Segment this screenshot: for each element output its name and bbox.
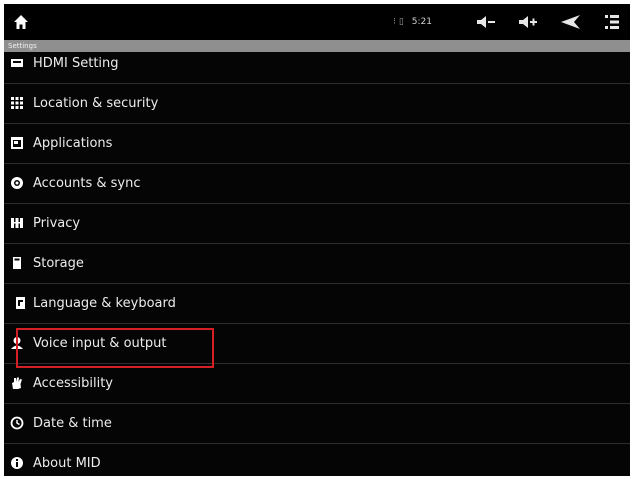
settings-item-about[interactable]: About MID (4, 444, 630, 476)
volume-up-icon[interactable] (518, 14, 538, 30)
settings-item-storage[interactable]: Storage (4, 244, 630, 284)
settings-item-accessibility[interactable]: Accessibility (4, 364, 630, 404)
back-icon[interactable] (560, 14, 582, 30)
sync-icon (10, 176, 24, 190)
language-keyboard-icon (14, 296, 28, 310)
settings-item-accounts-sync[interactable]: Accounts & sync (4, 164, 630, 204)
status-tray: ⁝ ▯ 5:21 (393, 12, 620, 32)
window-title: Settings (4, 40, 630, 52)
info-icon (10, 456, 24, 470)
settings-item-applications[interactable]: Applications (4, 124, 630, 164)
settings-item-location-security[interactable]: Location & security (4, 84, 630, 124)
applications-icon (10, 136, 24, 150)
clock-icon (10, 416, 24, 430)
device-screen: ⁝ ▯ 5:21 Settings HDMI Setting Location … (4, 4, 630, 476)
settings-item-language-keyboard[interactable]: Language & keyboard (4, 284, 630, 324)
privacy-icon (10, 216, 24, 230)
settings-item-hdmi[interactable]: HDMI Setting (4, 52, 630, 84)
location-grid-icon (10, 96, 24, 110)
storage-icon (10, 256, 24, 270)
home-icon[interactable] (12, 13, 30, 31)
settings-item-label: Storage (33, 256, 84, 271)
settings-item-label: Privacy (33, 216, 81, 231)
notification-indicator: ⁝ ▯ (393, 17, 404, 27)
settings-item-label: HDMI Setting (33, 56, 119, 71)
hdmi-icon (10, 56, 24, 70)
settings-item-label: Location & security (33, 96, 159, 111)
settings-item-label: Language & keyboard (33, 296, 176, 311)
settings-item-label: Accessibility (33, 376, 113, 391)
status-clock: 5:21 (411, 17, 432, 27)
settings-item-label: Applications (33, 136, 113, 151)
settings-item-voice-io[interactable]: Voice input & output (4, 324, 630, 364)
settings-item-privacy[interactable]: Privacy (4, 204, 630, 244)
settings-item-label: Voice input & output (33, 336, 167, 351)
settings-item-label: About MID (33, 456, 101, 471)
voice-icon (10, 336, 24, 350)
settings-list: HDMI Setting Location & security Applica… (4, 52, 630, 476)
menu-icon[interactable] (604, 14, 620, 30)
settings-item-date-time[interactable]: Date & time (4, 404, 630, 444)
volume-down-icon[interactable] (476, 14, 496, 30)
settings-item-label: Accounts & sync (33, 176, 141, 191)
settings-item-label: Date & time (33, 416, 112, 431)
accessibility-hand-icon (10, 376, 24, 390)
status-bar: ⁝ ▯ 5:21 (4, 4, 630, 40)
